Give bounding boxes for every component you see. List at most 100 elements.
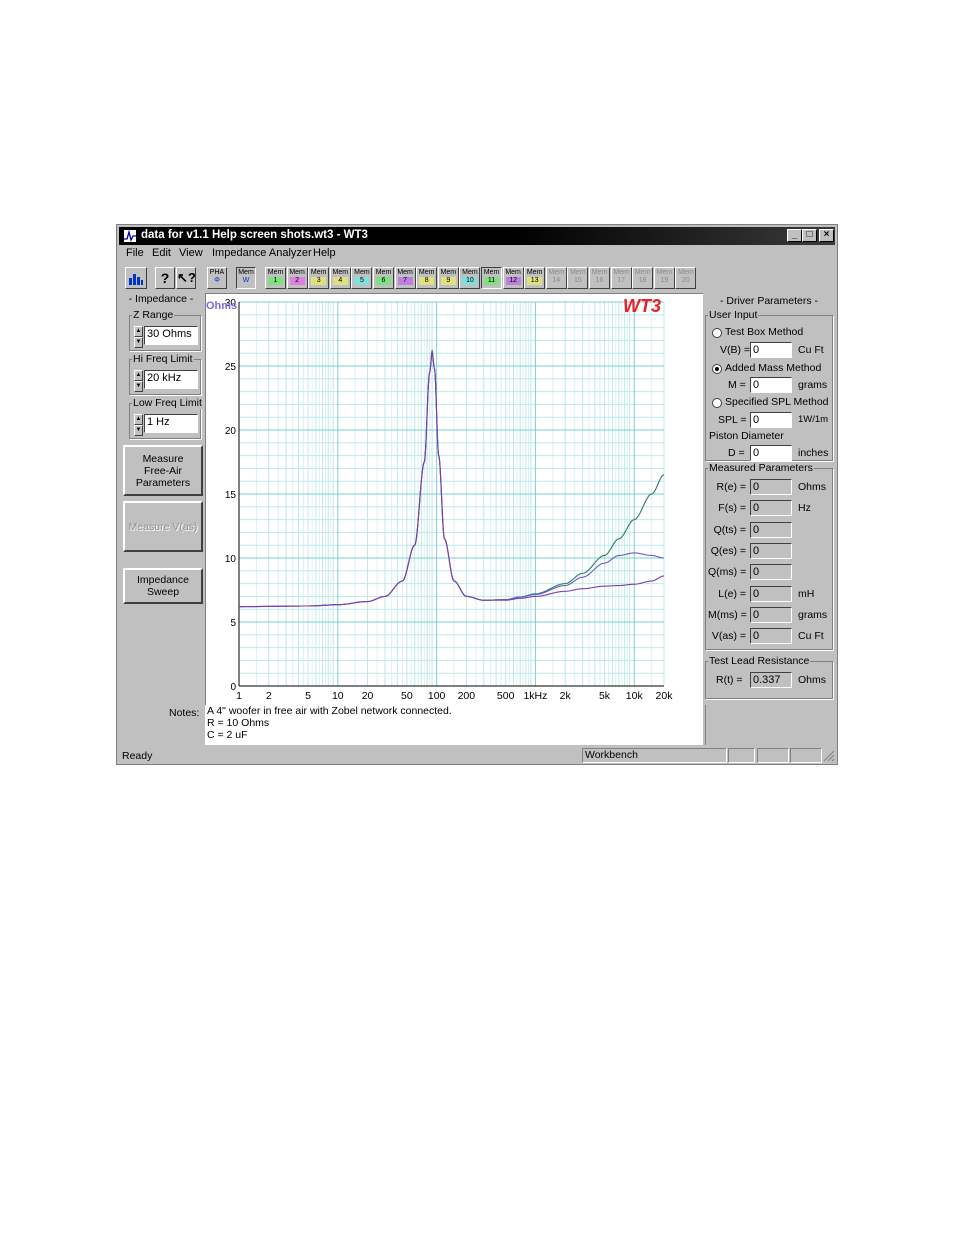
- mem-button-11[interactable]: Mem 11: [481, 267, 502, 289]
- title-bar[interactable]: data for v1.1 Help screen shots.wt3 - WT…: [119, 227, 835, 245]
- close-button[interactable]: ×: [819, 229, 834, 242]
- status-pane-3: [790, 748, 822, 763]
- test-lead-label: Test Lead Resistance: [708, 655, 811, 667]
- mem-number: 1: [268, 277, 283, 285]
- mem-number: 16: [595, 277, 604, 284]
- down-arrow-icon[interactable]: ▼: [134, 425, 143, 436]
- mem-button-18[interactable]: Mem 18: [632, 267, 654, 289]
- mem-button-16[interactable]: Mem 16: [589, 267, 610, 289]
- resize-grip-icon[interactable]: [823, 750, 835, 762]
- toolbar: ? ↖? PHA Φ Mem W Mem 1 Mem 2 Mem 3 Mem 4 Mem 5 Mem…: [119, 265, 701, 291]
- mem-number: 6: [376, 277, 391, 285]
- status-pane-2: [757, 748, 789, 763]
- mem-label: Mem: [656, 269, 673, 276]
- pha-button[interactable]: PHA Φ: [207, 267, 227, 289]
- menu-impedance-analyzer[interactable]: Impedance Analyzer: [212, 247, 312, 259]
- hi-freq-spinner[interactable]: ▲ ▼: [134, 370, 143, 392]
- mem-button-20[interactable]: Mem 20: [675, 267, 697, 289]
- mem-button-2[interactable]: Mem 2: [286, 267, 308, 289]
- mem-button-7[interactable]: Mem 7: [394, 267, 416, 289]
- measured-param-value: 0: [750, 542, 792, 559]
- measure-vas-button[interactable]: Measure V(as): [123, 501, 203, 552]
- measured-param-value: 0: [750, 564, 792, 581]
- impedance-chart-svg: 051015202530 1 2 5 10 20 50 100 200 500 1kHz 2k 5k 1…: [206, 296, 673, 702]
- low-freq-spinner[interactable]: ▲ ▼: [134, 414, 143, 436]
- app-icon: [123, 229, 137, 243]
- d-input[interactable]: 0: [750, 445, 792, 461]
- mem-w-letter: W: [242, 277, 250, 284]
- added-mass-radio[interactable]: [712, 364, 722, 374]
- mem-button-5[interactable]: Mem 5: [351, 267, 373, 289]
- menu-help[interactable]: Help: [313, 247, 336, 259]
- status-mode: Workbench: [582, 748, 727, 763]
- mem-button-14[interactable]: Mem 14: [545, 267, 567, 289]
- test-box-radio[interactable]: [712, 328, 722, 338]
- measure-free-air-button[interactable]: Measure Free-Air Parameters: [123, 445, 203, 496]
- measured-param-value: 0: [750, 500, 792, 517]
- low-freq-input[interactable]: 1 Hz: [144, 414, 198, 433]
- notes-label: Notes:: [169, 707, 200, 719]
- mem-number: 4: [332, 277, 348, 285]
- down-arrow-icon[interactable]: ▼: [134, 381, 143, 392]
- context-help-icon[interactable]: ↖?: [176, 267, 196, 289]
- menu-bar: File Edit View Impedance Analyzer Help: [119, 246, 835, 262]
- measured-param-label: Q(es) =: [710, 544, 746, 557]
- vb-input[interactable]: 0: [750, 342, 792, 358]
- up-arrow-icon[interactable]: ▲: [134, 414, 143, 425]
- mem-button-8[interactable]: Mem 8: [416, 267, 438, 289]
- mem-button-6[interactable]: Mem 6: [373, 267, 394, 289]
- impedance-sweep-button[interactable]: Impedance Sweep: [123, 568, 203, 604]
- mem-number: 14: [552, 277, 561, 284]
- menu-view[interactable]: View: [179, 247, 203, 259]
- mem-button-3[interactable]: Mem 3: [308, 267, 330, 289]
- mem-button-4[interactable]: Mem 4: [329, 267, 351, 289]
- mem-label: Mem: [526, 269, 543, 276]
- x-tick-label: 1kHz: [523, 690, 547, 702]
- z-range-spinner[interactable]: ▲ ▼: [134, 326, 143, 348]
- minimize-button[interactable]: _: [787, 229, 802, 242]
- help-icon[interactable]: ?: [155, 267, 175, 289]
- mem-label: Mem: [613, 269, 629, 276]
- spl-input[interactable]: 0: [750, 412, 792, 428]
- mem-w-button[interactable]: Mem W: [236, 267, 256, 289]
- mem-button-10[interactable]: Mem 10: [459, 267, 481, 289]
- piston-diameter-label: Piston Diameter: [709, 430, 784, 442]
- mem-button-1[interactable]: Mem 1: [265, 267, 286, 289]
- mem-button-19[interactable]: Mem 19: [653, 267, 675, 289]
- down-arrow-icon[interactable]: ▼: [134, 337, 143, 348]
- up-arrow-icon[interactable]: ▲: [134, 326, 143, 337]
- y-tick-label: 25: [225, 362, 237, 373]
- vb-label: V(B) =: [720, 344, 751, 356]
- bar-chart-icon[interactable]: [125, 267, 147, 289]
- m-input[interactable]: 0: [750, 377, 792, 393]
- mem-button-17[interactable]: Mem 17: [610, 267, 632, 289]
- d-unit: inches: [798, 447, 829, 459]
- menu-file[interactable]: File: [126, 247, 144, 259]
- up-arrow-icon[interactable]: ▲: [134, 370, 143, 381]
- mem-button-15[interactable]: Mem 15: [567, 267, 589, 289]
- z-range-input[interactable]: 30 Ohms: [144, 326, 198, 345]
- mem-number: 3: [311, 277, 327, 285]
- rt-value: 0.337: [750, 672, 792, 688]
- notes-textbox[interactable]: A 4" woofer in free air with Zobel netwo…: [205, 705, 703, 745]
- x-tick-label: 50: [401, 690, 413, 702]
- impedance-panel: - Impedance - Z Range ▲ ▼ 30 Ohms Hi Freq…: [119, 292, 203, 704]
- mem-label: Mem: [354, 269, 370, 276]
- notes-bar: Notes: A 4" woofer in free air with Zobe…: [119, 705, 835, 745]
- x-tick-label: 10k: [626, 690, 644, 702]
- menu-edit[interactable]: Edit: [152, 247, 171, 259]
- mem-button-13[interactable]: Mem 13: [524, 267, 546, 289]
- mem-button-12[interactable]: Mem 12: [502, 267, 524, 289]
- test-box-label: Test Box Method: [725, 326, 804, 338]
- spl-unit: 1W/1m: [798, 414, 829, 425]
- mem-label: Mem: [591, 269, 608, 276]
- mem-button-9[interactable]: Mem 9: [437, 267, 459, 289]
- maximize-button[interactable]: □: [802, 229, 817, 242]
- hi-freq-input[interactable]: 20 kHz: [144, 370, 198, 389]
- test-lead-group: Test Lead Resistance R(t) = 0.337 Ohms: [705, 655, 833, 699]
- notes-line: A 4" woofer in free air with Zobel netwo…: [207, 705, 452, 717]
- mem-label: Mem: [267, 269, 284, 276]
- mem-number: 20: [681, 277, 690, 284]
- specified-spl-radio[interactable]: [712, 398, 722, 408]
- mem-label: Mem: [418, 269, 435, 276]
